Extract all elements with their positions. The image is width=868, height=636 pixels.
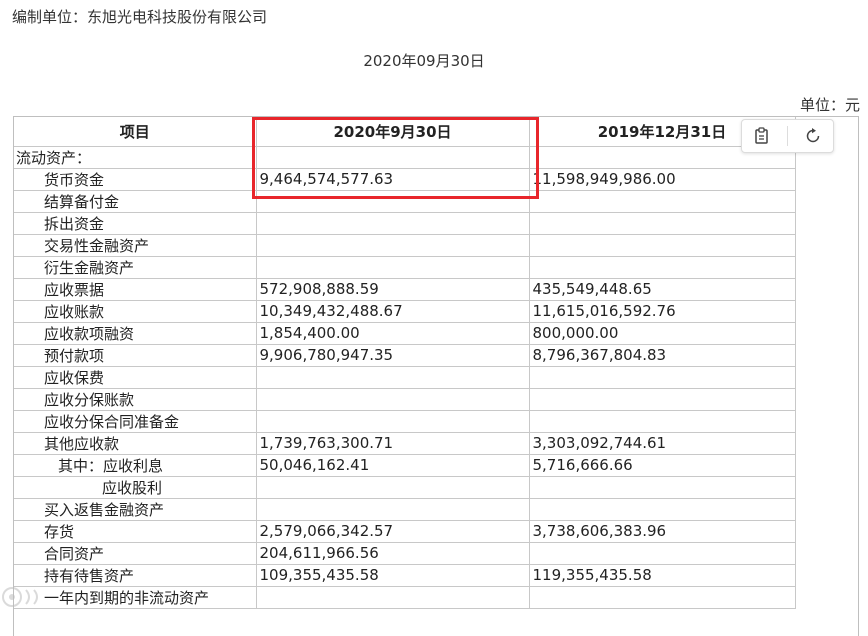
table-row: 持有待售资产 109,355,435.58 119,355,435.58 <box>14 563 796 587</box>
value-previous <box>528 497 796 521</box>
value-current <box>255 365 530 389</box>
table-row: 合同资产 204,611,966.56 <box>14 541 796 565</box>
column-header-current: 2020年9月30日 <box>255 117 530 147</box>
table-row: 其他应收款 1,739,763,300.71 3,303,092,744.61 <box>14 431 796 455</box>
value-current <box>255 387 530 411</box>
row-label: 流动资产： <box>14 145 257 169</box>
table-row: 应收分保合同准备金 <box>14 409 796 433</box>
refresh-icon <box>806 128 820 143</box>
table-header-row: 项目 2020年9月30日 2019年12月31日 <box>14 117 796 147</box>
column-header-item: 项目 <box>14 117 257 147</box>
value-current <box>255 585 530 609</box>
row-label: 交易性金融资产 <box>14 233 257 257</box>
table-row: 买入返售金融资产 <box>14 497 796 521</box>
table-row: 结算备付金 <box>14 189 796 213</box>
value-previous <box>528 365 796 389</box>
table-row: 衍生金融资产 <box>14 255 796 279</box>
value-previous: 8,796,367,804.83 <box>528 343 796 367</box>
row-label: 应收账款 <box>14 299 257 323</box>
value-current: 572,908,888.59 <box>255 277 530 301</box>
table-row: 其中：应收利息 50,046,162.41 5,716,666.66 <box>14 453 796 477</box>
value-current: 50,046,162.41 <box>255 453 530 477</box>
row-label: 拆出资金 <box>14 211 257 235</box>
value-previous <box>528 233 796 257</box>
value-previous <box>528 189 796 213</box>
row-label: 应收分保合同准备金 <box>14 409 257 433</box>
org-name: 编制单位：东旭光电科技股份有限公司 <box>12 8 268 26</box>
value-previous: 800,000.00 <box>528 321 796 345</box>
value-current: 1,739,763,300.71 <box>255 431 530 455</box>
value-previous <box>528 475 796 499</box>
table-row: 交易性金融资产 <box>14 233 796 257</box>
row-label: 其中：应收利息 <box>14 453 257 477</box>
value-previous: 435,549,448.65 <box>528 277 796 301</box>
currency-unit: 单位：元 <box>799 96 860 114</box>
row-label: 应收股利 <box>14 475 257 499</box>
row-label: 买入返售金融资产 <box>14 497 257 521</box>
value-previous <box>528 387 796 411</box>
table-row: 应收票据 572,908,888.59 435,549,448.65 <box>14 277 796 301</box>
row-label: 应收保费 <box>14 365 257 389</box>
table-row: 应收股利 <box>14 475 796 499</box>
row-label: 持有待售资产 <box>14 563 257 587</box>
table-row: 应收款项融资 1,854,400.00 800,000.00 <box>14 321 796 345</box>
table-row: 应收分保账款 <box>14 387 796 411</box>
value-previous <box>528 585 796 609</box>
row-label: 应收款项融资 <box>14 321 257 345</box>
value-current <box>255 233 530 257</box>
table-row: 拆出资金 <box>14 211 796 235</box>
value-previous: 11,598,949,986.00 <box>528 167 796 191</box>
value-previous: 5,716,666.66 <box>528 453 796 477</box>
value-previous: 11,615,016,592.76 <box>528 299 796 323</box>
value-current <box>255 409 530 433</box>
value-current: 10,349,432,488.67 <box>255 299 530 323</box>
refresh-button[interactable] <box>798 122 828 150</box>
value-previous <box>528 211 796 235</box>
row-label: 预付款项 <box>14 343 257 367</box>
balance-sheet-frame: 项目 2020年9月30日 2019年12月31日 流动资产： 货币资金 9,464… <box>13 116 859 636</box>
table-row: 流动资产： <box>14 145 796 169</box>
value-previous <box>528 255 796 279</box>
table-row: 应收账款 10,349,432,488.67 11,615,016,592.76 <box>14 299 796 323</box>
value-current <box>255 475 530 499</box>
value-current <box>255 189 530 213</box>
value-current <box>255 211 530 235</box>
row-label: 结算备付金 <box>14 189 257 213</box>
balance-sheet-table: 项目 2020年9月30日 2019年12月31日 流动资产： 货币资金 9,464… <box>14 117 796 609</box>
value-current: 1,854,400.00 <box>255 321 530 345</box>
value-current <box>255 255 530 279</box>
table-row: 应收保费 <box>14 365 796 389</box>
table-row: 预付款项 9,906,780,947.35 8,796,367,804.83 <box>14 343 796 367</box>
value-current: 9,464,574,577.63 <box>255 167 530 191</box>
floating-toolbar <box>741 119 834 153</box>
value-current: 9,906,780,947.35 <box>255 343 530 367</box>
value-current: 109,355,435.58 <box>255 563 530 587</box>
value-current <box>255 497 530 521</box>
clipboard-icon <box>755 127 768 144</box>
watermark-logo <box>0 584 60 610</box>
row-label: 存货 <box>14 519 257 543</box>
row-label: 应收分保账款 <box>14 387 257 411</box>
value-previous <box>528 409 796 433</box>
value-current <box>255 145 530 169</box>
toolbar-divider <box>787 126 788 146</box>
copy-button[interactable] <box>747 122 777 150</box>
value-current: 2,579,066,342.57 <box>255 519 530 543</box>
row-label: 应收票据 <box>14 277 257 301</box>
row-label: 其他应收款 <box>14 431 257 455</box>
value-current: 204,611,966.56 <box>255 541 530 565</box>
value-previous: 3,738,606,383.96 <box>528 519 796 543</box>
table-row: 一年内到期的非流动资产 <box>14 585 796 609</box>
row-label: 合同资产 <box>14 541 257 565</box>
row-label: 衍生金融资产 <box>14 255 257 279</box>
value-previous: 3,303,092,744.61 <box>528 431 796 455</box>
value-previous: 119,355,435.58 <box>528 563 796 587</box>
row-label: 货币资金 <box>14 167 257 191</box>
table-row: 存货 2,579,066,342.57 3,738,606,383.96 <box>14 519 796 543</box>
value-previous <box>528 541 796 565</box>
table-row: 货币资金 9,464,574,577.63 11,598,949,986.00 <box>14 167 796 191</box>
report-date: 2020年09月30日 <box>363 52 485 70</box>
